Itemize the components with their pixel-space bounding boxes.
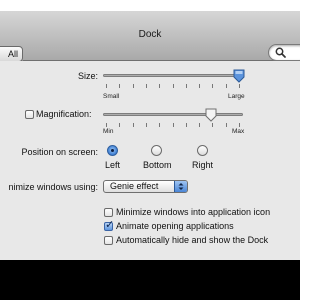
window-title: Dock — [138, 29, 162, 40]
search-field[interactable] — [268, 44, 300, 61]
chevron-updown-icon — [174, 181, 187, 192]
size-slider-thumb[interactable] — [233, 69, 245, 83]
position-label: Position on screen: — [21, 147, 98, 157]
size-min-label: Small — [103, 93, 120, 100]
slider-tick — [159, 84, 160, 88]
magnification-label: Magnification: — [36, 109, 92, 119]
slider-tick — [173, 123, 174, 127]
magnification-slider-track[interactable] — [103, 113, 243, 116]
slider-tick — [199, 84, 200, 88]
minimize-effect-label: nimize windows using: — [8, 182, 98, 192]
slider-tick — [212, 123, 213, 127]
position-bottom-label: Bottom — [143, 160, 172, 170]
magnification-min-label: Min — [103, 128, 114, 135]
size-label: Size: — [77, 71, 98, 81]
slider-tick — [146, 123, 147, 127]
slider-tick — [186, 84, 187, 88]
search-icon — [275, 47, 286, 58]
magnification-max-label: Max — [232, 128, 245, 135]
radio-dot — [111, 149, 114, 152]
slider-tick — [133, 84, 134, 88]
size-max-label: Large — [228, 93, 245, 100]
animate-opening-checkbox[interactable]: ✓ — [104, 218, 115, 231]
minimize-into-icon-checkbox[interactable] — [104, 208, 113, 217]
slider-tick — [199, 123, 200, 127]
show-all-button[interactable]: All — [0, 46, 23, 62]
slider-tick — [119, 84, 120, 88]
magnification-slider-ticks — [106, 123, 240, 127]
slider-tick — [159, 123, 160, 127]
autohide-dock-checkbox[interactable] — [104, 236, 113, 245]
slider-tick — [133, 123, 134, 127]
position-right-radio[interactable] — [197, 145, 208, 156]
bottom-black-band — [0, 260, 300, 300]
position-left-label: Left — [105, 160, 121, 170]
slider-tick — [212, 84, 213, 88]
animate-opening-label: Animate opening applications — [116, 221, 234, 231]
minimize-into-icon-label: Minimize windows into application icon — [116, 207, 271, 217]
slider-tick — [106, 123, 107, 127]
size-slider-ticks — [106, 84, 240, 88]
slider-tick — [186, 123, 187, 127]
slider-tick — [146, 84, 147, 88]
title-bar: Dock All — [0, 11, 300, 62]
size-slider-track[interactable] — [103, 74, 243, 77]
position-bottom-radio[interactable] — [151, 145, 162, 156]
minimize-effect-value: Genie effect — [110, 181, 159, 191]
slider-tick — [226, 84, 227, 88]
position-left-radio[interactable] — [107, 145, 118, 156]
slider-tick — [239, 84, 240, 88]
check-icon: ✓ — [105, 218, 115, 231]
dock-preferences-window: Dock All Size: Small Large Magnification… — [0, 0, 300, 300]
magnification-slider-thumb[interactable] — [205, 108, 217, 122]
position-right-label: Right — [192, 160, 214, 170]
autohide-dock-label: Automatically hide and show the Dock — [116, 235, 269, 245]
magnification-checkbox[interactable] — [25, 110, 34, 119]
slider-tick — [173, 84, 174, 88]
slider-tick — [239, 123, 240, 127]
slider-tick — [119, 123, 120, 127]
slider-tick — [106, 84, 107, 88]
minimize-effect-popup[interactable]: Genie effect — [103, 180, 188, 193]
slider-tick — [226, 123, 227, 127]
